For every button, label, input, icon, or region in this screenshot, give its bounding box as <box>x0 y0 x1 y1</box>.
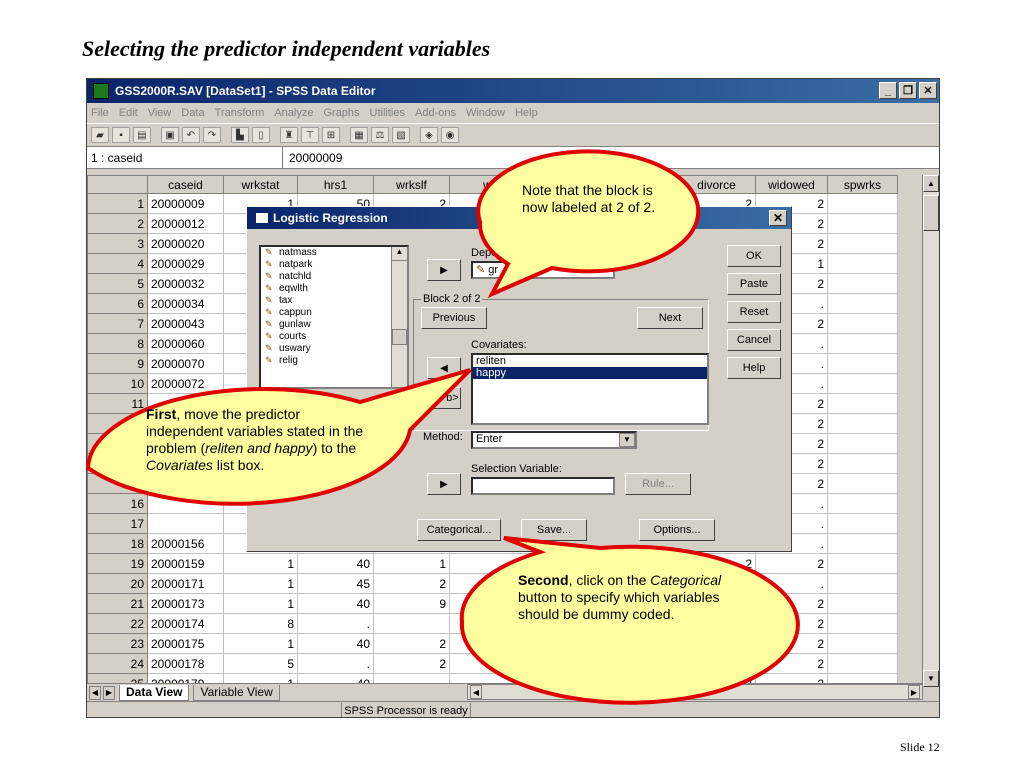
callout-top-bubble <box>476 149 701 299</box>
callout-bottom-bold: Second <box>518 572 569 588</box>
callout-left-text: First, move the predictor independent va… <box>146 406 370 474</box>
callout-shapes <box>85 149 800 705</box>
callout-bottom-t2: button to specify which variables should… <box>518 589 720 622</box>
slide-number: Slide 12 <box>900 740 940 754</box>
callout-left-t2: ) to the <box>312 440 357 456</box>
callout-bottom-t1: , click on the <box>568 572 651 588</box>
callout-left-bold: First <box>146 406 177 422</box>
callout-left-t3: list box. <box>212 457 265 473</box>
callout-left-italic: reliten and happy <box>205 440 313 456</box>
callout-bottom-text: Second, click on the Categorical button … <box>518 572 728 623</box>
callout-top-text: Note that the block is now labeled at 2 … <box>522 182 656 215</box>
callout-bottom-italic: Categorical <box>650 572 722 588</box>
callout-left-italic2: Covariates <box>146 457 213 473</box>
